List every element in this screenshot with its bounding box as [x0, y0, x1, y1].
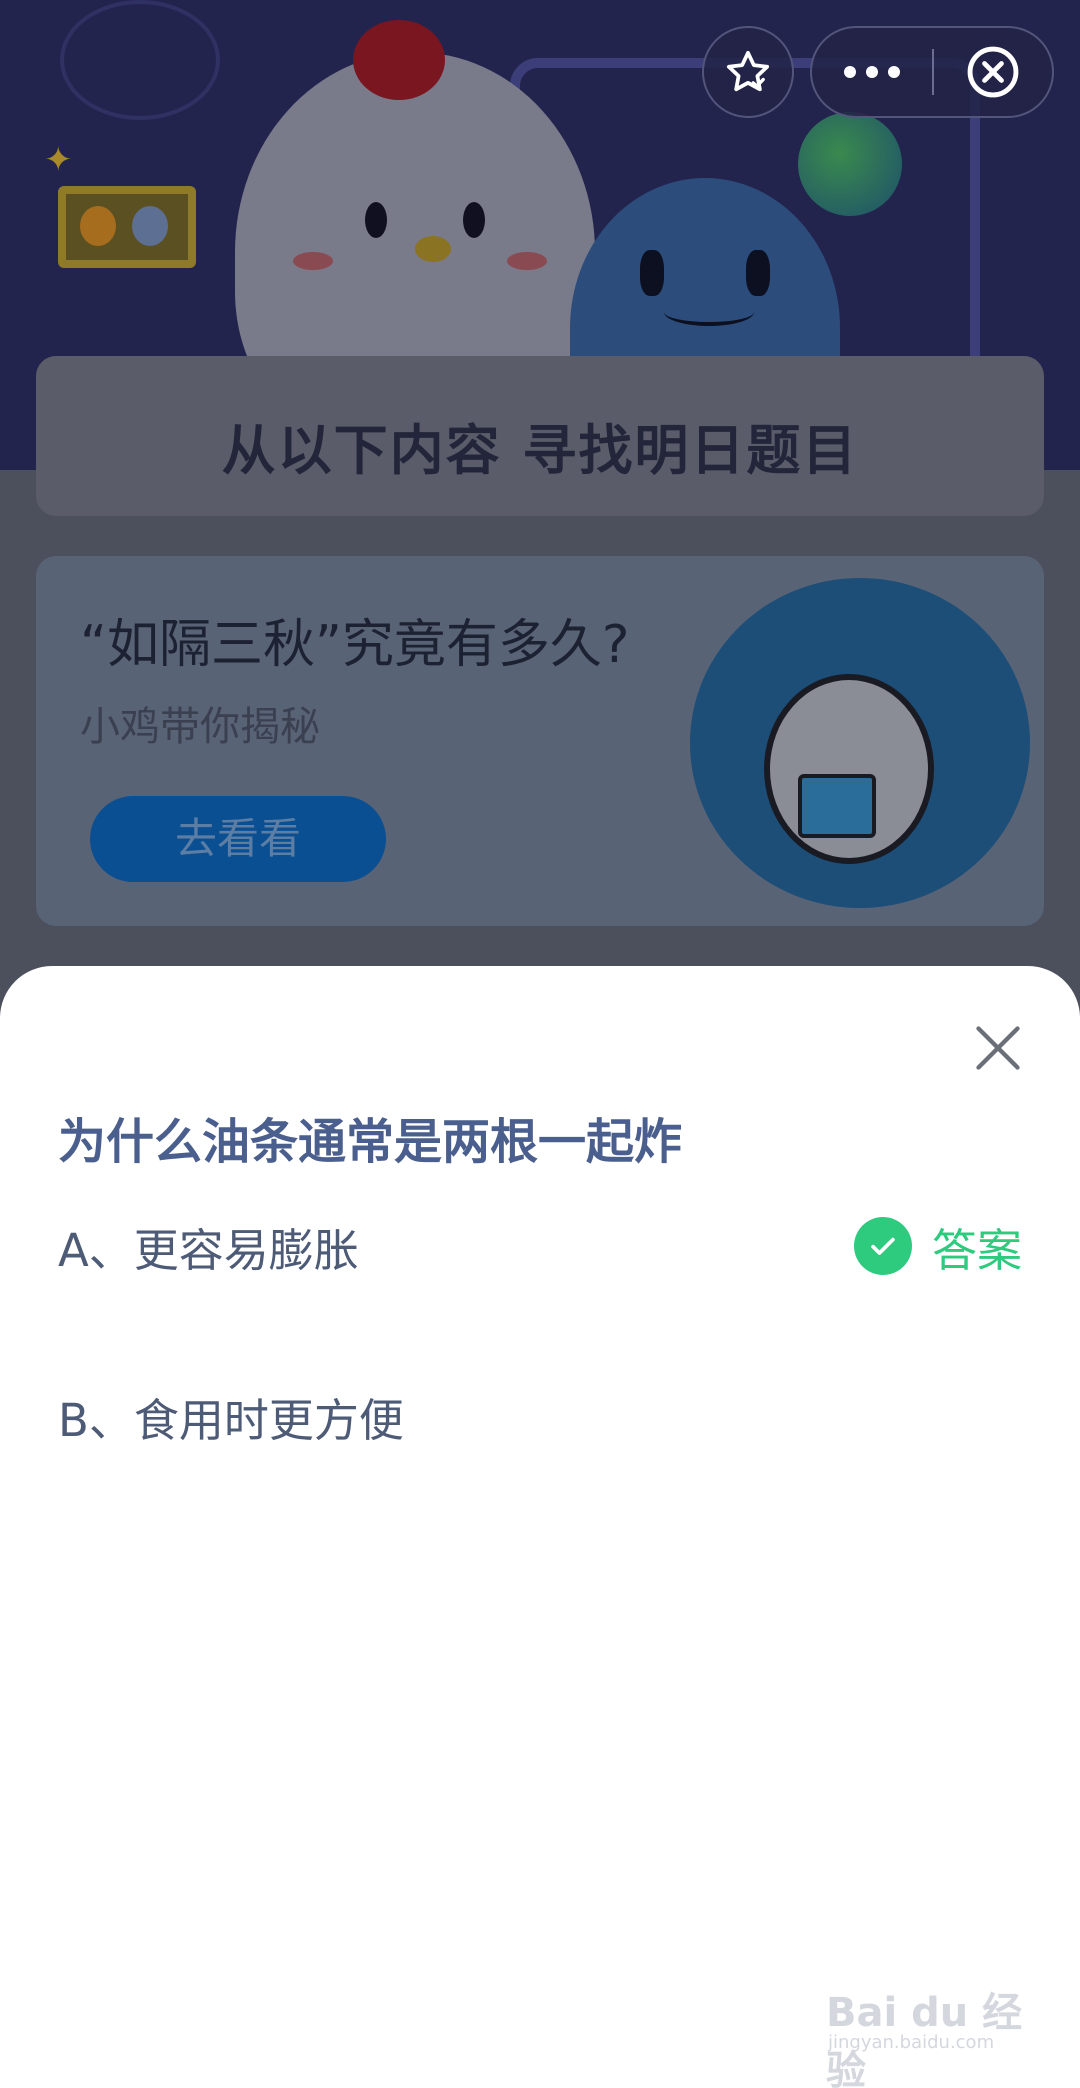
- watermark-url: jingyan.baidu.com: [828, 2032, 995, 2053]
- more-icon: [844, 66, 856, 78]
- medal-board-illustration: [58, 186, 196, 268]
- capsule-group: [810, 26, 1054, 118]
- close-circle-icon: [967, 46, 1019, 98]
- promo-illustration: [690, 578, 1030, 908]
- star-icon: [726, 50, 770, 92]
- globe-icon: [798, 112, 902, 216]
- option-label: B、食用时更方便: [58, 1393, 404, 1447]
- promo-card: “如隔三秋”究竟有多久? 小鸡带你揭秘 去看看: [36, 556, 1044, 926]
- gold-medal-icon: [80, 206, 116, 246]
- option-label: A、更容易膨胀: [58, 1223, 359, 1277]
- question-title: 为什么油条通常是两根一起炸: [58, 1114, 683, 1170]
- book-icon: [798, 774, 876, 838]
- sheet-close-button[interactable]: [966, 1016, 1030, 1080]
- decorative-circle: [60, 0, 220, 120]
- promo-title: “如隔三秋”究竟有多久?: [80, 615, 630, 675]
- baidu-jingyan-watermark: Bai du 经验 jingyan.baidu.com: [826, 1980, 1046, 2088]
- capsule-bar: [702, 26, 1054, 118]
- banner-card: 从以下内容 寻找明日题目: [36, 356, 1044, 516]
- option-b[interactable]: B、食用时更方便: [58, 1366, 1022, 1466]
- close-miniprogram-button[interactable]: [934, 28, 1052, 116]
- answer-badge: 答案: [853, 1214, 1022, 1279]
- option-a[interactable]: A、更容易膨胀 答案: [58, 1196, 1022, 1296]
- promo-go-button: 去看看: [90, 796, 386, 882]
- silver-medal-icon: [132, 206, 168, 246]
- check-icon: [853, 1217, 912, 1275]
- favorite-button[interactable]: [702, 26, 794, 118]
- promo-subtitle: 小鸡带你揭秘: [80, 704, 320, 750]
- more-button[interactable]: [812, 28, 932, 116]
- banner-title: 从以下内容 寻找明日题目: [221, 419, 859, 482]
- quiz-sheet: 为什么油条通常是两根一起炸 A、更容易膨胀 答案 B、食用时更方便: [0, 966, 1080, 2088]
- sparkle-icon: ✦: [44, 140, 73, 180]
- close-icon: [976, 1026, 1020, 1070]
- answer-label: 答案: [931, 1223, 1022, 1277]
